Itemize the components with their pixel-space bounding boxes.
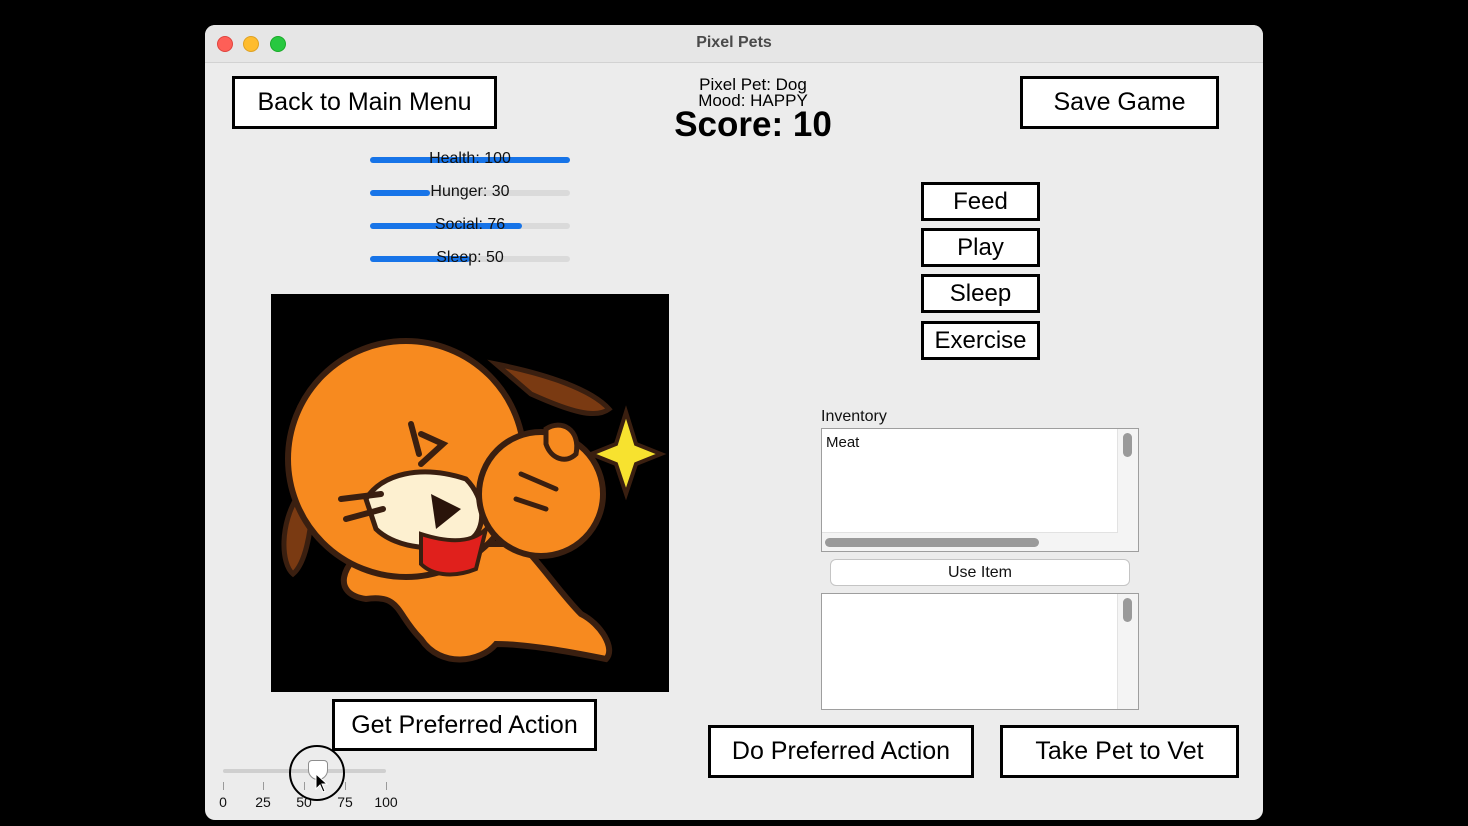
inventory-horizontal-scrollbar[interactable] [822, 532, 1118, 551]
hunger-label: Hunger: 30 [430, 183, 510, 200]
inventory-vertical-scrollbar[interactable] [1117, 429, 1138, 551]
slider-tick-label: 25 [255, 794, 271, 810]
exercise-button[interactable]: Exercise [921, 321, 1040, 360]
sleep-label: Sleep: 50 [436, 249, 504, 266]
slider-tick-label: 100 [374, 794, 398, 810]
message-area[interactable] [821, 593, 1139, 710]
use-item-button[interactable]: Use Item [830, 559, 1130, 586]
dog-illustration [281, 338, 667, 663]
inventory-label: Inventory [821, 408, 887, 425]
play-button[interactable]: Play [921, 228, 1040, 267]
inventory-item[interactable]: Meat [826, 434, 859, 451]
score-label: Score: 10 [674, 105, 832, 144]
feed-button[interactable]: Feed [921, 182, 1040, 221]
mouse-pointer-icon [315, 773, 329, 793]
do-preferred-action-button[interactable]: Do Preferred Action [708, 725, 974, 778]
sleep-bar: Sleep: 50 [370, 247, 570, 271]
slider-tick [386, 782, 387, 790]
social-label: Social: 76 [434, 216, 506, 233]
slider-tick [223, 782, 224, 790]
pet-image [271, 294, 669, 692]
health-bar: Health: 100 [370, 148, 570, 172]
slider-tick-label: 0 [219, 794, 227, 810]
title-bar: Pixel Pets [205, 25, 1263, 63]
slider-tick [345, 782, 346, 790]
app-window: Pixel Pets Back to Main Menu Save Game P… [205, 25, 1263, 820]
hunger-bar: Hunger: 30 [370, 181, 570, 205]
slider-tick [263, 782, 264, 790]
message-vertical-scrollbar[interactable] [1117, 594, 1138, 709]
scroll-thumb[interactable] [825, 538, 1039, 547]
get-preferred-action-button[interactable]: Get Preferred Action [332, 699, 597, 751]
sleep-button[interactable]: Sleep [921, 274, 1040, 313]
scroll-thumb[interactable] [1123, 433, 1132, 457]
scroll-thumb[interactable] [1123, 598, 1132, 622]
window-title: Pixel Pets [696, 34, 772, 51]
back-to-main-menu-button[interactable]: Back to Main Menu [232, 76, 497, 129]
inventory-list[interactable]: Meat [821, 428, 1139, 552]
health-label: Health: 100 [429, 150, 511, 167]
social-bar: Social: 76 [370, 214, 570, 238]
take-pet-to-vet-button[interactable]: Take Pet to Vet [1000, 725, 1239, 778]
save-game-button[interactable]: Save Game [1020, 76, 1219, 129]
